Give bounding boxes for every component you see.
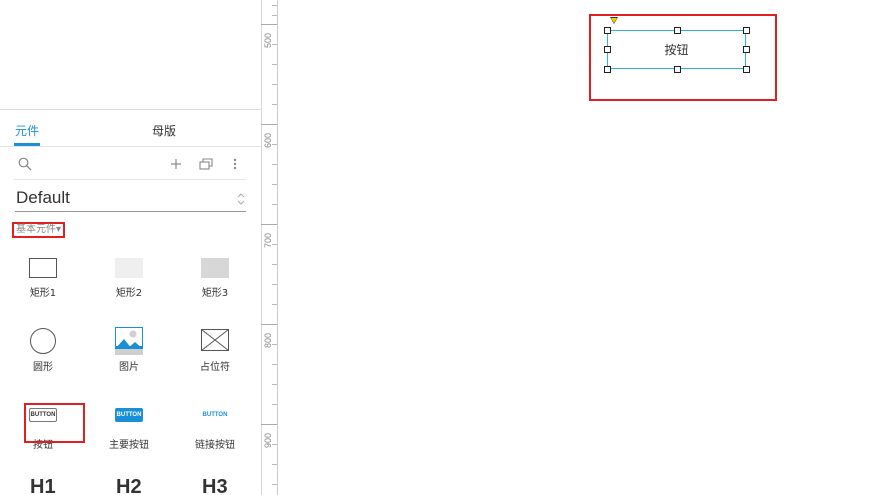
copy-icon[interactable] [198,154,214,174]
widget-image[interactable]: 图片 [91,324,167,384]
library-toolbar [14,150,246,180]
widget-label: 圆形 [33,362,53,373]
panel-tabs: 元件 母版 [0,111,261,147]
widget-label: 图片 [119,362,139,373]
widget-label: 矩形1 [29,288,57,299]
circle-icon [30,328,56,354]
tab-masters[interactable]: 母版 [152,122,176,139]
widget-rectangle-2[interactable]: 矩形2 [91,250,167,310]
library-select-value: Default [16,188,70,207]
ruler-label: 500 [263,32,273,48]
highlight-button-widget [24,403,85,443]
ruler-label: 600 [263,132,273,148]
widget-label: 链接按钮 [195,440,235,451]
vertical-ruler: 500 600 700 800 900 [261,0,278,495]
widget-heading-3[interactable]: H3 [202,476,228,495]
widget-label: 主要按钮 [109,440,149,451]
tab-widgets[interactable]: 元件 [15,122,39,139]
widget-rectangle-3[interactable]: 矩形3 [177,250,253,310]
rectangle-icon [201,258,229,278]
rectangle-icon [115,258,143,278]
primary-button-thumb: BUTTON [115,408,143,422]
widget-heading-2[interactable]: H2 [116,476,142,495]
ruler-label: 800 [263,332,273,348]
pages-panel [0,0,262,110]
widget-link-button[interactable]: BUTTON 链接按钮 [177,402,253,462]
widget-library-panel: 元件 母版 Default 基本元件▾ 矩形1 矩形2 矩形3 圆形 图片 占位… [0,0,262,495]
widget-rectangle-1[interactable]: 矩形1 [5,250,81,310]
section-basic-widgets[interactable]: 基本元件▾ [12,222,66,238]
widget-circle[interactable]: 圆形 [5,324,81,384]
ruler-label: 700 [263,232,273,248]
library-select[interactable]: Default [15,186,246,212]
link-button-thumb: BUTTON [202,412,228,418]
more-vertical-icon[interactable] [229,154,241,174]
image-icon [115,327,143,355]
highlight-canvas-button [589,14,777,101]
widget-primary-button[interactable]: BUTTON 主要按钮 [91,402,167,462]
widget-label: 矩形2 [115,288,143,299]
widget-label: 矩形3 [201,288,229,299]
design-canvas[interactable]: 按钮 [279,0,886,495]
widget-placeholder[interactable]: 占位符 [177,324,253,384]
rectangle-icon [29,258,57,278]
chevron-updown-icon [236,191,246,207]
widget-label: 占位符 [200,362,230,373]
caret-down-icon: ▾ [56,224,62,235]
widget-heading-1[interactable]: H1 [30,476,56,495]
plus-icon[interactable] [168,154,184,174]
placeholder-icon [201,329,229,351]
ruler-label: 900 [263,432,273,448]
search-icon[interactable] [16,154,34,174]
section-label-text: 基本元件 [16,224,56,235]
active-tab-indicator [14,143,40,146]
